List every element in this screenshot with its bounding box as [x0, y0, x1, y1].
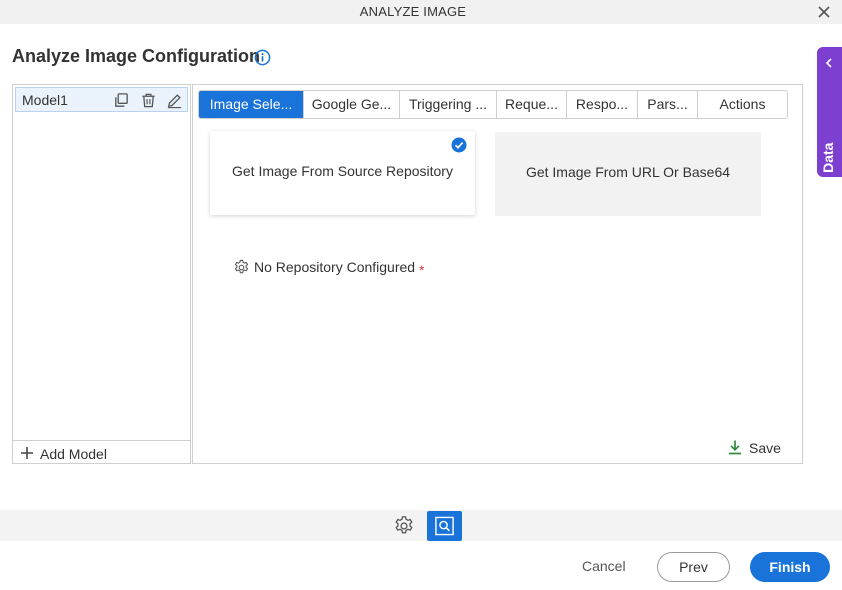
prev-button[interactable]: Prev	[657, 552, 730, 582]
edit-icon[interactable]	[166, 92, 183, 109]
option-source-repository[interactable]: Get Image From Source Repository	[210, 131, 475, 215]
tab-actions[interactable]: Actions	[698, 91, 787, 118]
configuration-panel: Image Sele... Google Ge... Triggering ..…	[192, 84, 803, 464]
close-icon[interactable]	[816, 4, 832, 20]
tab-image-selection[interactable]: Image Sele...	[199, 91, 304, 118]
option-url-base64-label: Get Image From URL Or Base64	[525, 164, 731, 180]
image-search-icon	[435, 516, 454, 536]
plus-icon	[21, 447, 33, 459]
tab-request[interactable]: Reque...	[497, 91, 567, 118]
trash-icon[interactable]	[140, 92, 157, 109]
model-name: Model1	[22, 92, 68, 108]
finish-button[interactable]: Finish	[750, 552, 830, 582]
gear-icon	[234, 259, 249, 274]
tab-response[interactable]: Respo...	[567, 91, 638, 118]
add-model-label: Add Model	[40, 446, 107, 462]
dialog-title: ANALYZE IMAGE	[359, 4, 467, 19]
add-model-button[interactable]: Add Model	[13, 440, 190, 464]
app-data-tab[interactable]: App Data	[817, 47, 842, 204]
page-title: Analyze Image Configuration	[12, 46, 261, 66]
tab-parse[interactable]: Pars...	[638, 91, 698, 118]
analyze-image-tool-button[interactable]	[427, 511, 462, 541]
check-circle-icon	[451, 137, 467, 153]
download-icon	[729, 440, 741, 455]
cancel-button[interactable]: Cancel	[582, 558, 626, 574]
repository-status: No Repository Configured	[254, 259, 416, 275]
save-label: Save	[749, 440, 781, 456]
dialog-titlebar: ANALYZE IMAGE	[0, 0, 842, 24]
chevron-left-icon	[825, 58, 832, 68]
required-marker: *	[419, 262, 425, 278]
info-icon[interactable]	[254, 49, 271, 66]
app-data-label: App Data	[820, 142, 836, 204]
copy-icon[interactable]	[113, 92, 130, 109]
settings-gear-icon[interactable]	[393, 515, 415, 537]
tab-google-gemini[interactable]: Google Ge...	[304, 91, 400, 118]
bottom-toolbar	[0, 510, 842, 541]
option-url-base64[interactable]: Get Image From URL Or Base64	[495, 132, 761, 216]
model-item[interactable]: Model1	[15, 87, 188, 112]
option-source-repository-label: Get Image From Source Repository	[232, 163, 453, 179]
model-list-panel: Model1 Add Model	[12, 84, 191, 464]
tab-triggering[interactable]: Triggering ...	[400, 91, 497, 118]
tab-bar: Image Sele... Google Ge... Triggering ..…	[198, 90, 788, 119]
